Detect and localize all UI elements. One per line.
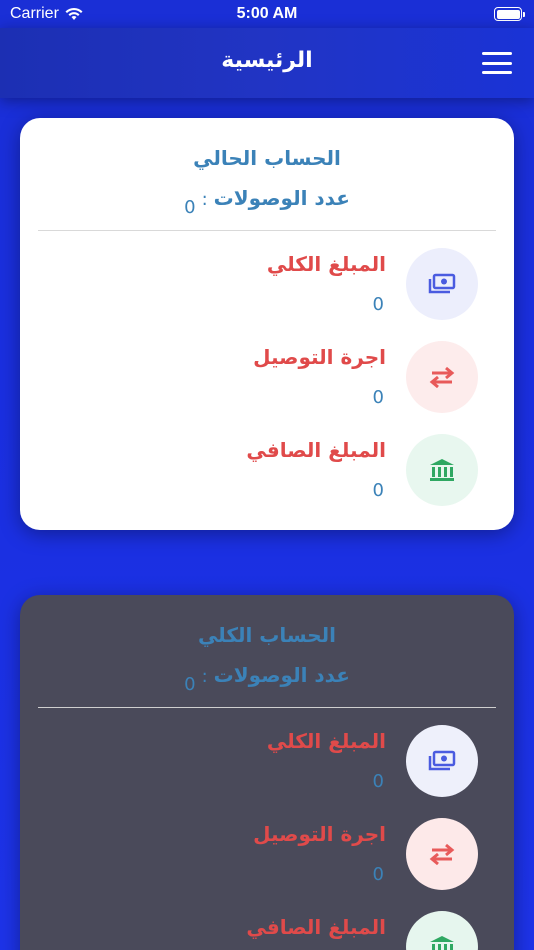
delivery-fee-label: اجرة التوصيل [253, 345, 386, 369]
hamburger-menu-icon[interactable] [482, 52, 512, 74]
page-title: الرئيسية [221, 48, 313, 73]
receipts-count-row: عدد الوصولات : 0 [20, 186, 514, 218]
battery-icon [494, 7, 525, 21]
delivery-fee-row: اجرة التوصيل 0 [20, 341, 514, 421]
money-icon [406, 248, 478, 320]
delivery-fee-value: 0 [372, 387, 384, 408]
divider [38, 230, 496, 231]
total-amount-row: المبلغ الكلي 0 [20, 248, 514, 328]
receipts-count-value: 0 [184, 197, 196, 218]
receipts-count-label: عدد الوصولات [213, 663, 350, 687]
transfer-arrows-icon [406, 341, 478, 413]
delivery-fee-row: اجرة التوصيل 0 [20, 818, 514, 898]
total-amount-value: 0 [372, 294, 384, 315]
status-bar: Carrier 5:00 AM [0, 0, 534, 28]
receipts-count-label: عدد الوصولات [213, 186, 350, 210]
net-amount-row: المبلغ الصافي 0 [20, 911, 514, 950]
receipts-count-colon: : [201, 189, 208, 210]
total-account-card: الحساب الكلي عدد الوصولات : 0 المبلغ الك… [20, 595, 514, 950]
net-amount-value: 0 [372, 480, 384, 501]
transfer-arrows-icon [406, 818, 478, 890]
net-amount-label: المبلغ الصافي [246, 915, 386, 939]
current-account-card: الحساب الحالي عدد الوصولات : 0 المبلغ ال… [20, 118, 514, 530]
net-amount-row: المبلغ الصافي 0 [20, 434, 514, 514]
net-amount-label: المبلغ الصافي [246, 438, 386, 462]
bank-icon [406, 911, 478, 950]
delivery-fee-value: 0 [372, 864, 384, 885]
total-amount-label: المبلغ الكلي [266, 252, 386, 276]
total-account-title: الحساب الكلي [197, 623, 337, 647]
total-amount-row: المبلغ الكلي 0 [20, 725, 514, 805]
top-navigation-bar: الرئيسية [0, 28, 534, 98]
receipts-count-colon: : [201, 666, 208, 687]
delivery-fee-label: اجرة التوصيل [253, 822, 386, 846]
receipts-count-row: عدد الوصولات : 0 [20, 663, 514, 695]
total-amount-value: 0 [372, 771, 384, 792]
current-account-title: الحساب الحالي [193, 146, 341, 170]
total-amount-label: المبلغ الكلي [266, 729, 386, 753]
money-icon [406, 725, 478, 797]
status-time: 5:00 AM [236, 5, 298, 22]
divider [38, 707, 496, 708]
receipts-count-value: 0 [184, 674, 196, 695]
bank-icon [406, 434, 478, 506]
